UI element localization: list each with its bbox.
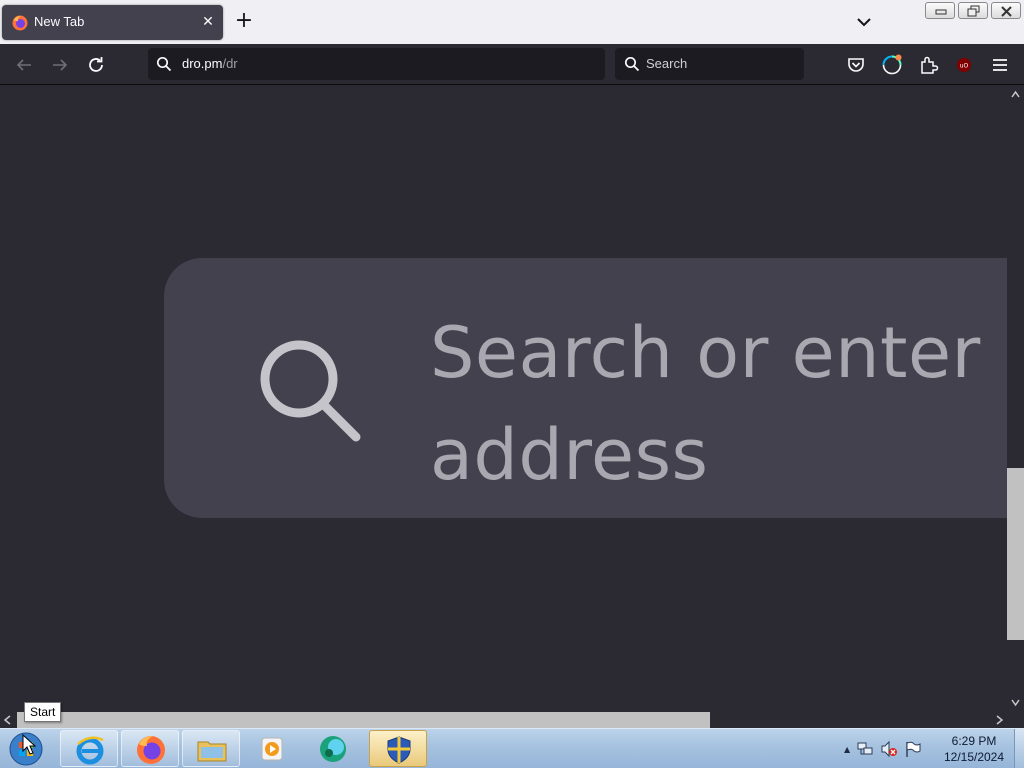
show-hidden-icons-icon[interactable]: ▲ — [844, 745, 850, 754]
scroll-left-icon[interactable] — [3, 715, 13, 725]
forward-icon[interactable] — [47, 52, 73, 78]
system-tray: ▲ — [844, 739, 922, 759]
show-desktop-button[interactable] — [1014, 729, 1024, 768]
restore-button[interactable] — [958, 2, 988, 19]
horizontal-scrollbar[interactable] — [0, 712, 1024, 728]
vertical-scrollbar[interactable] — [1007, 86, 1024, 712]
url-host: dro.pm — [182, 56, 223, 71]
list-all-tabs-icon[interactable] — [852, 10, 876, 34]
search-icon — [624, 56, 640, 72]
new-tab-page: Search or enter address — [0, 86, 1007, 712]
taskbar-internet-explorer[interactable] — [60, 730, 118, 767]
taskbar-security-shield[interactable] — [369, 730, 427, 767]
search-icon — [156, 56, 172, 72]
volume-muted-icon[interactable] — [880, 740, 898, 758]
new-tab-search-box[interactable]: Search or enter address — [164, 258, 1007, 518]
taskbar-firefox[interactable] — [121, 730, 179, 767]
window-controls — [925, 2, 1024, 20]
taskbar-file-explorer[interactable] — [182, 730, 240, 767]
mouse-cursor-icon — [22, 734, 36, 755]
scroll-up-icon[interactable] — [1011, 90, 1020, 99]
navigation-toolbar: dro.pm/dr Search uO — [0, 44, 1024, 85]
vertical-scroll-thumb[interactable] — [1007, 468, 1024, 640]
tab-new-tab[interactable]: New Tab ✕ — [2, 5, 223, 40]
scroll-right-icon[interactable] — [994, 715, 1004, 725]
pocket-icon[interactable] — [844, 53, 868, 77]
media-player-icon — [261, 737, 283, 761]
action-center-flag-icon[interactable] — [904, 740, 922, 758]
firefox-icon — [12, 15, 28, 31]
folder-icon — [197, 741, 227, 762]
url-bar[interactable]: dro.pm/dr — [148, 48, 605, 80]
search-icon — [260, 340, 361, 442]
close-tab-icon[interactable]: ✕ — [199, 13, 217, 31]
start-tooltip: Start — [24, 702, 62, 722]
url-path: /dr — [222, 56, 238, 71]
menu-icon[interactable] — [988, 53, 1012, 77]
svg-text:uO: uO — [960, 63, 969, 70]
url-value: dro.pm/dr — [182, 56, 238, 71]
search-bar[interactable]: Search — [615, 48, 804, 80]
horizontal-scroll-thumb[interactable] — [17, 712, 710, 728]
minimize-button[interactable] — [925, 2, 955, 19]
taskbar-app[interactable] — [304, 730, 362, 767]
shield-icon — [387, 736, 411, 764]
clock[interactable]: 6:29 PM 12/15/2024 — [938, 733, 1010, 765]
app-icon — [320, 736, 346, 762]
account-icon[interactable] — [880, 53, 904, 77]
clock-time: 6:29 PM — [951, 734, 997, 748]
reload-icon[interactable] — [83, 52, 109, 78]
restore-icon — [967, 5, 980, 17]
network-icon[interactable] — [856, 740, 874, 758]
search-placeholder: Search — [646, 56, 688, 71]
new-tab-button[interactable]: + — [232, 10, 256, 34]
search-placeholder-line2: address — [430, 414, 709, 496]
windows-taskbar: ▲ 6:29 PM 12/15/2024 — [0, 728, 1024, 768]
extensions-icon[interactable] — [916, 53, 940, 77]
search-placeholder-line1: Search or enter — [430, 312, 981, 394]
clock-date: 12/15/2024 — [943, 750, 1005, 764]
close-window-icon — [1001, 6, 1012, 17]
ublock-origin-icon[interactable]: uO — [952, 53, 976, 77]
minimize-icon — [935, 9, 947, 15]
tab-title: New Tab — [34, 14, 85, 29]
back-icon[interactable] — [11, 52, 37, 78]
tab-strip: New Tab ✕ + — [0, 0, 1024, 44]
internet-explorer-icon — [76, 736, 104, 765]
taskbar-media-player[interactable] — [243, 730, 301, 767]
search-placeholder: Search or enter address — [430, 302, 990, 506]
firefox-icon — [137, 736, 165, 764]
close-window-button[interactable] — [991, 2, 1021, 19]
scroll-down-icon[interactable] — [1011, 698, 1020, 707]
